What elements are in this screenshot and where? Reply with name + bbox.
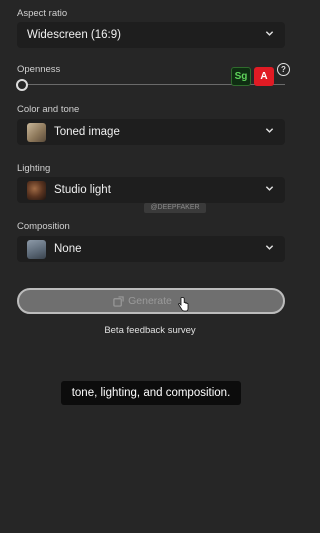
adobe-icon-label: A xyxy=(260,71,268,82)
composition-label: Composition xyxy=(17,221,70,232)
chevron-down-icon xyxy=(265,31,274,36)
generate-button[interactable]: Generate xyxy=(17,288,285,314)
chevron-down-icon xyxy=(265,245,274,250)
help-icon[interactable]: ? xyxy=(277,63,290,76)
composition-select[interactable]: None xyxy=(17,236,285,262)
aspect-ratio-value: Widescreen (16:9) xyxy=(27,29,121,41)
toned-image-thumbnail xyxy=(27,122,46,142)
composition-thumbnail xyxy=(27,239,46,259)
openness-slider-handle[interactable] xyxy=(16,79,28,91)
adobe-logo-icon[interactable]: A xyxy=(254,67,274,86)
watermark: @DEEPFAKER xyxy=(144,203,206,213)
help-icon-label: ? xyxy=(281,65,286,74)
sg-app-icon[interactable]: Sg xyxy=(231,67,251,86)
generate-icon xyxy=(113,295,124,307)
studio-light-thumbnail xyxy=(27,180,46,200)
video-caption: tone, lighting, and composition. xyxy=(61,381,241,405)
sg-icon-label: Sg xyxy=(234,71,248,82)
generate-button-label: Generate xyxy=(128,295,172,307)
color-tone-label: Color and tone xyxy=(17,104,80,115)
chevron-down-icon xyxy=(265,128,274,133)
color-tone-value: Toned image xyxy=(54,126,120,138)
lighting-select[interactable]: Studio light xyxy=(17,177,285,203)
aspect-ratio-select[interactable]: Widescreen (16:9) xyxy=(17,22,285,48)
aspect-ratio-label: Aspect ratio xyxy=(17,8,68,19)
openness-label: Openness xyxy=(17,64,61,75)
hand-cursor-icon xyxy=(178,296,189,311)
chevron-down-icon xyxy=(265,186,274,191)
generation-settings-panel: Aspect ratio Widescreen (16:9) Openness … xyxy=(0,0,300,533)
composition-value: None xyxy=(54,243,82,255)
lighting-label: Lighting xyxy=(17,163,51,174)
lighting-value: Studio light xyxy=(54,184,111,196)
beta-feedback-link[interactable]: Beta feedback survey xyxy=(0,325,300,336)
color-tone-select[interactable]: Toned image xyxy=(17,119,285,145)
